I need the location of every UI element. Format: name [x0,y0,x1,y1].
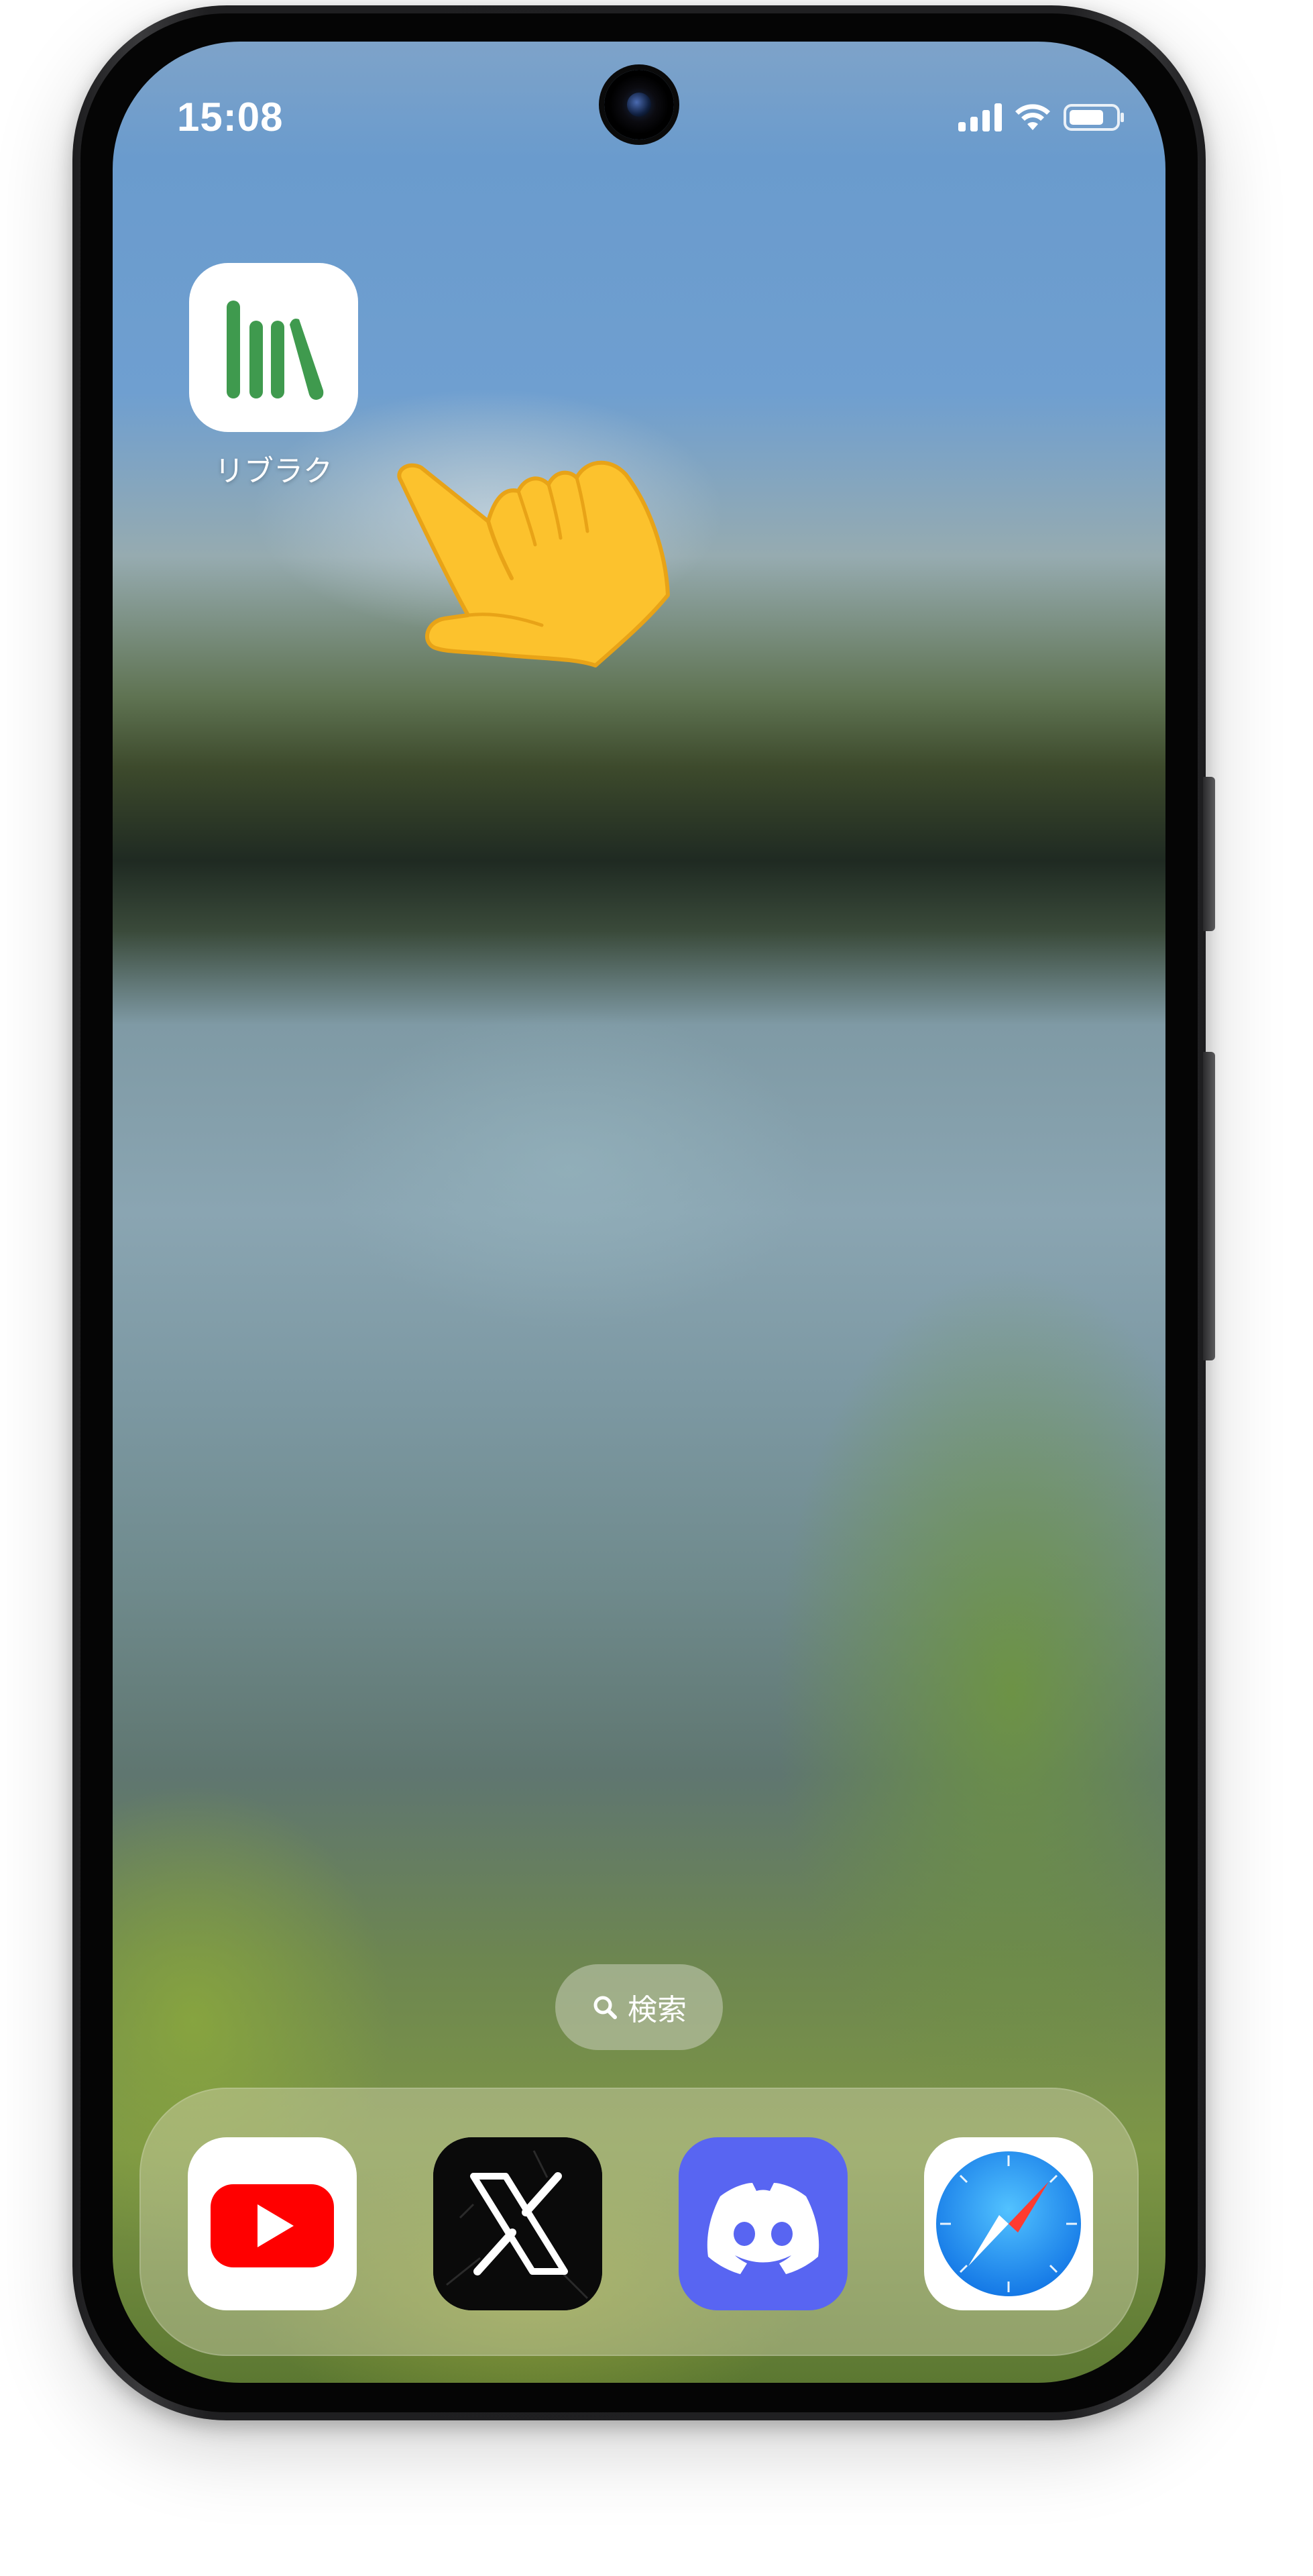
page: 15:08 リブラク 検索 [0,0,1313,2576]
power-button [1203,1052,1215,1360]
cellular-signal-icon [958,103,1002,131]
app-label-libraku: リブラク [215,454,333,488]
search-label: 検索 [628,1993,687,2027]
home-screen: 15:08 リブラク 検索 [113,42,1165,2383]
dock-app-x[interactable] [433,2137,602,2310]
status-icons [958,103,1125,131]
search-button[interactable]: 検索 [555,1964,723,2050]
status-time: 15:08 [177,95,284,140]
dock-app-youtube[interactable] [188,2137,357,2310]
youtube-icon [211,2184,334,2267]
discord-icon [707,2183,819,2274]
volume-button [1203,777,1215,931]
wifi-icon [1014,103,1051,131]
front-camera [604,70,674,140]
pointing-hand-icon [397,460,670,667]
search-icon [593,1996,617,2019]
x-icon [433,2137,602,2310]
dock-app-safari[interactable] [924,2137,1093,2310]
app-icon-libraku[interactable] [189,263,358,432]
safari-icon [936,2151,1081,2296]
library-books-icon [227,301,324,400]
battery-icon [1064,103,1125,131]
dock-app-discord[interactable] [679,2137,848,2310]
camera-lens [627,93,651,117]
